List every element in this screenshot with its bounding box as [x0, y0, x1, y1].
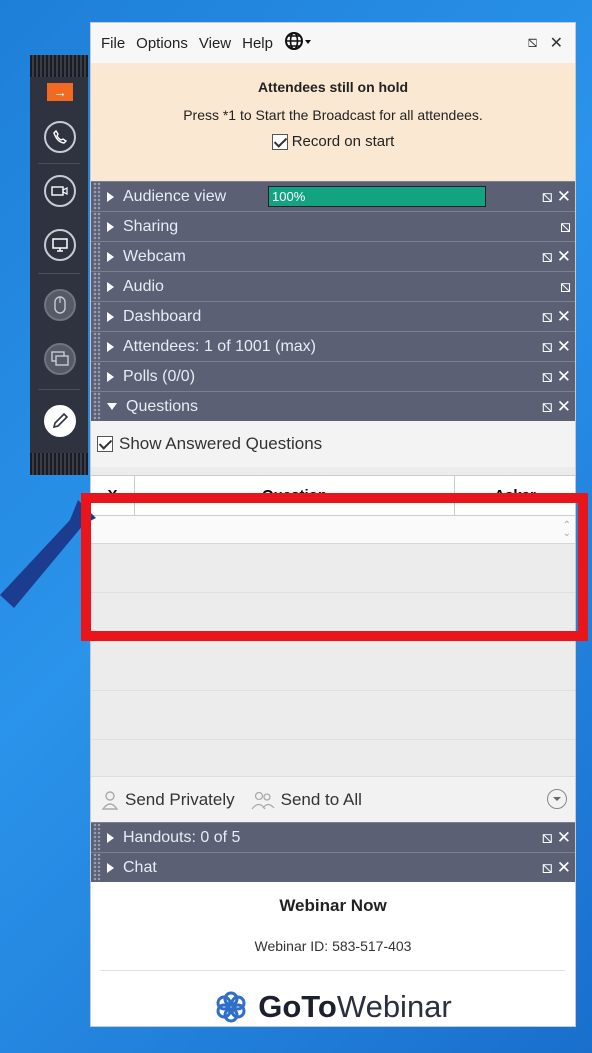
section-polls[interactable]: Polls (0/0) ⧅ ✕ — [91, 361, 575, 391]
close-icon[interactable]: ✕ — [557, 367, 571, 387]
hold-banner: Attendees still on hold Press *1 to Star… — [91, 63, 575, 181]
close-icon[interactable]: ✕ — [550, 33, 563, 53]
gotowebinar-logo: GoToWebinar — [91, 989, 575, 1025]
send-to-all-button[interactable]: Send to All — [251, 790, 362, 810]
close-icon[interactable]: ✕ — [557, 828, 571, 848]
toolbar-grip-bottom[interactable] — [30, 453, 88, 475]
record-on-start-option[interactable]: Record on start — [271, 133, 395, 150]
chevron-down-icon[interactable] — [547, 789, 567, 809]
phone-icon[interactable] — [44, 121, 76, 153]
drawing-pen-icon[interactable] — [44, 405, 76, 437]
gotowebinar-flower-icon — [216, 991, 246, 1023]
expand-arrow-icon[interactable] — [107, 281, 114, 292]
undock-icon[interactable]: ⧅ — [542, 828, 553, 848]
menu-view[interactable]: View — [199, 35, 231, 52]
side-toolbar: → — [30, 55, 88, 475]
show-answered-label: Show Answered Questions — [119, 434, 323, 453]
hold-title: Attendees still on hold — [257, 79, 409, 95]
windows-icon[interactable] — [44, 343, 76, 375]
audience-view-meter: 100% — [268, 186, 486, 207]
undock-icon[interactable]: ⧅ — [542, 858, 553, 878]
expand-arrow-icon[interactable] — [107, 191, 114, 202]
undock-icon[interactable]: ⧅ — [527, 34, 537, 52]
record-checkbox[interactable] — [271, 133, 288, 150]
close-icon[interactable]: ✕ — [557, 307, 571, 327]
undock-icon[interactable]: ⧅ — [542, 307, 553, 327]
toolbar-grip-top[interactable] — [30, 55, 88, 77]
undock-icon[interactable]: ⧅ — [560, 277, 571, 297]
section-sharing[interactable]: Sharing ⧅ — [91, 211, 575, 241]
webcam-icon[interactable] — [44, 175, 76, 207]
expand-arrow-icon[interactable] — [107, 371, 114, 382]
person-icon — [101, 790, 119, 810]
undock-icon[interactable]: ⧅ — [560, 217, 571, 237]
show-answered-checkbox[interactable] — [97, 436, 113, 452]
show-answered-option[interactable]: Show Answered Questions — [91, 421, 575, 467]
people-icon — [251, 791, 275, 809]
section-dashboard[interactable]: Dashboard ⧅ ✕ — [91, 301, 575, 331]
close-icon[interactable]: ✕ — [557, 858, 571, 878]
section-questions[interactable]: Questions ⧅ ✕ — [91, 391, 575, 421]
collapse-arrow-icon[interactable] — [107, 403, 117, 410]
undock-icon[interactable]: ⧅ — [542, 187, 553, 207]
undock-icon[interactable]: ⧅ — [542, 397, 553, 417]
webinar-name: Webinar Now — [279, 896, 387, 915]
section-attendees[interactable]: Attendees: 1 of 1001 (max) ⧅ ✕ — [91, 331, 575, 361]
menu-options[interactable]: Options — [136, 35, 188, 52]
undock-icon[interactable]: ⧅ — [542, 247, 553, 267]
section-webcam[interactable]: Webcam ⧅ ✕ — [91, 241, 575, 271]
webinar-id: Webinar ID: 583-517-403 — [254, 938, 412, 954]
menu-help[interactable]: Help — [242, 35, 273, 52]
section-audience-view[interactable]: Audience view 100% ⧅ ✕ — [91, 181, 575, 211]
section-handouts[interactable]: Handouts: 0 of 5 ⧅ ✕ — [91, 822, 575, 852]
close-icon[interactable]: ✕ — [557, 187, 571, 207]
close-icon[interactable]: ✕ — [557, 337, 571, 357]
undock-icon[interactable]: ⧅ — [542, 367, 553, 387]
section-audio[interactable]: Audio ⧅ — [91, 271, 575, 301]
expand-arrow-icon[interactable] — [107, 251, 114, 262]
expand-arrow-icon[interactable] — [107, 221, 114, 232]
expand-arrow-icon[interactable] — [107, 341, 114, 352]
menu-bar: File Options View Help ⧅ ✕ — [91, 23, 575, 63]
close-icon[interactable]: ✕ — [557, 247, 571, 267]
send-privately-button[interactable]: Send Privately — [101, 790, 235, 810]
undock-icon[interactable]: ⧅ — [542, 337, 553, 357]
menu-file[interactable]: File — [101, 35, 125, 52]
webinar-info: Webinar Now Webinar ID: 583-517-403 GoTo… — [91, 896, 575, 1025]
record-label: Record on start — [291, 133, 395, 150]
hold-description: Press *1 to Start the Broadcast for all … — [183, 107, 483, 123]
mouse-icon[interactable] — [44, 289, 76, 321]
expand-arrow-icon[interactable] — [107, 832, 114, 843]
screen-share-icon[interactable] — [44, 229, 76, 261]
audience-view-level: 100% — [269, 187, 485, 206]
close-icon[interactable]: ✕ — [557, 397, 571, 417]
language-globe-icon[interactable] — [284, 31, 314, 55]
highlight-box — [81, 493, 588, 641]
collapse-arrow-icon[interactable]: → — [47, 83, 73, 101]
section-chat[interactable]: Chat ⧅ ✕ — [91, 852, 575, 882]
expand-arrow-icon[interactable] — [107, 311, 114, 322]
expand-arrow-icon[interactable] — [107, 862, 114, 873]
send-bar: Send Privately Send to All — [91, 776, 575, 822]
